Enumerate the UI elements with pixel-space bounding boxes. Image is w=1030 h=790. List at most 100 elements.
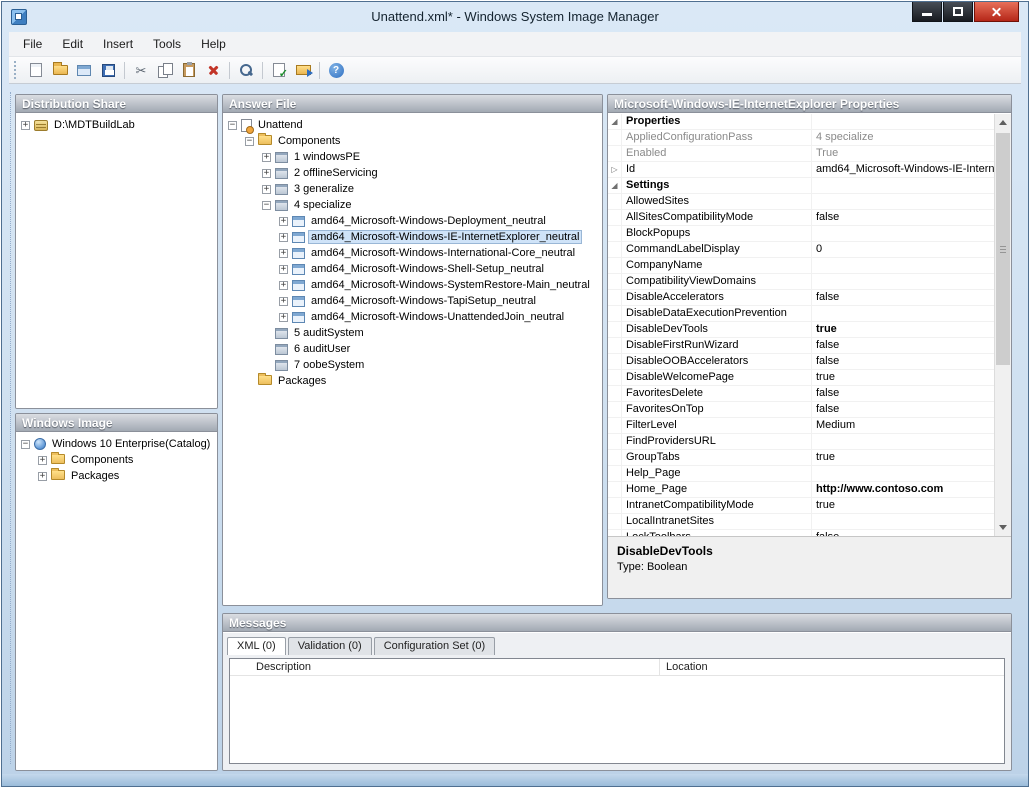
property-value[interactable]: Medium (812, 418, 994, 433)
section-expanded-icon[interactable]: ◢ (608, 114, 622, 129)
property-value[interactable]: true (812, 370, 994, 385)
titlebar[interactable]: Unattend.xml* - Windows System Image Man… (2, 2, 1028, 32)
tree-item[interactable]: + amd64_Microsoft-Windows-Shell-Setup_neu… (223, 261, 602, 277)
paste-button[interactable] (178, 59, 200, 81)
messages-tab-1[interactable]: Validation (0) (288, 637, 372, 655)
property-row[interactable]: DisableDevToolstrue (608, 322, 994, 338)
expand-icon[interactable]: + (279, 297, 288, 306)
tree-item[interactable]: Packages (223, 373, 602, 389)
properties-scrollbar[interactable] (994, 114, 1011, 536)
collapse-icon[interactable]: − (228, 121, 237, 130)
scrollbar-thumb[interactable] (996, 133, 1010, 365)
maximize-button[interactable] (943, 2, 973, 22)
property-row[interactable]: FavoritesOnTopfalse (608, 402, 994, 418)
tree-item-label[interactable]: amd64_Microsoft-Windows-SystemRestore-Ma… (309, 279, 592, 291)
expand-icon[interactable]: + (279, 265, 288, 274)
menu-insert[interactable]: Insert (93, 34, 143, 54)
property-row[interactable]: AllowedSites (608, 194, 994, 210)
tree-item-label[interactable]: Components (276, 135, 342, 147)
minimize-button[interactable] (912, 2, 942, 22)
property-section-row[interactable]: ◢Settings (608, 178, 994, 194)
property-value[interactable]: amd64_Microsoft-Windows-IE-InternetEx (812, 162, 994, 177)
property-value[interactable]: false (812, 338, 994, 353)
scroll-up-icon[interactable] (995, 114, 1011, 131)
property-row[interactable]: DisableAcceleratorsfalse (608, 290, 994, 306)
tree-item[interactable]: +1 windowsPE (223, 149, 602, 165)
tree-item-label[interactable]: 5 auditSystem (292, 327, 366, 339)
tree-item[interactable]: +amd64_Microsoft-Windows-IE-InternetExpl… (223, 229, 602, 245)
property-row[interactable]: FilterLevelMedium (608, 418, 994, 434)
tree-item[interactable]: 5 auditSystem (223, 325, 602, 341)
menu-edit[interactable]: Edit (52, 34, 93, 54)
tree-item-label[interactable]: amd64_Microsoft-Windows-TapiSetup_neutra… (309, 295, 538, 307)
tree-item[interactable]: + amd64_Microsoft-Windows-International-C… (223, 245, 602, 261)
open-windows-image-button[interactable] (73, 59, 95, 81)
column-location[interactable]: Location (660, 659, 1004, 675)
tree-item-label[interactable]: Packages (276, 375, 328, 387)
tree-item[interactable]: 7 oobeSystem (223, 357, 602, 373)
tree-item-label[interactable]: Unattend (256, 119, 305, 131)
property-row[interactable]: AllSitesCompatibilityModefalse (608, 210, 994, 226)
property-row[interactable]: AppliedConfigurationPass4 specialize (608, 130, 994, 146)
property-row[interactable]: DisableOOBAcceleratorsfalse (608, 354, 994, 370)
help-button[interactable] (325, 59, 347, 81)
property-value[interactable]: true (812, 498, 994, 513)
property-row[interactable]: DisableWelcomePagetrue (608, 370, 994, 386)
copy-button[interactable] (154, 59, 176, 81)
tree-item-label[interactable]: amd64_Microsoft-Windows-Shell-Setup_neut… (309, 263, 546, 275)
tree-item[interactable]: − Components (223, 133, 602, 149)
tree-item-label[interactable]: amd64_Microsoft-Windows-IE-InternetExplo… (309, 231, 581, 243)
tree-item-label[interactable]: amd64_Microsoft-Windows-UnattendedJoin_n… (309, 311, 566, 323)
property-value[interactable] (812, 466, 994, 481)
property-row[interactable]: LocalIntranetSites (608, 514, 994, 530)
menu-tools[interactable]: Tools (143, 34, 191, 54)
property-value[interactable]: 0 (812, 242, 994, 257)
scroll-down-icon[interactable] (995, 519, 1011, 536)
messages-tab-2[interactable]: Configuration Set (0) (374, 637, 496, 655)
tree-item-label[interactable]: amd64_Microsoft-Windows-International-Co… (309, 247, 577, 259)
tree-item-label[interactable]: Packages (69, 470, 121, 482)
property-row[interactable]: BlockPopups (608, 226, 994, 242)
tree-item-label[interactable]: amd64_Microsoft-Windows-Deployment_neutr… (309, 215, 548, 227)
property-value[interactable] (812, 514, 994, 529)
collapse-icon[interactable]: − (262, 201, 271, 210)
property-value[interactable]: http://www.contoso.com (812, 482, 994, 497)
expand-icon[interactable]: + (262, 153, 271, 162)
property-value[interactable] (812, 178, 994, 193)
row-collapsed-icon[interactable]: ▷ (608, 162, 622, 177)
property-value[interactable]: false (812, 290, 994, 305)
property-value[interactable]: True (812, 146, 994, 161)
expand-icon[interactable]: + (279, 313, 288, 322)
property-row[interactable]: IntranetCompatibilityModetrue (608, 498, 994, 514)
property-row[interactable]: FavoritesDeletefalse (608, 386, 994, 402)
property-row[interactable]: CompanyName (608, 258, 994, 274)
create-configuration-set-button[interactable] (292, 59, 314, 81)
property-value[interactable] (812, 306, 994, 321)
delete-button[interactable] (202, 59, 224, 81)
toolbar-grip[interactable] (14, 61, 19, 79)
expand-icon[interactable]: + (279, 281, 288, 290)
tree-item-label[interactable]: 6 auditUser (292, 343, 352, 355)
tree-item[interactable]: + amd64_Microsoft-Windows-TapiSetup_neutr… (223, 293, 602, 309)
tree-item-label[interactable]: Components (69, 454, 135, 466)
property-row[interactable]: FindProvidersURL (608, 434, 994, 450)
expand-icon[interactable]: + (21, 121, 30, 130)
tree-item[interactable]: + Packages (16, 468, 217, 484)
tree-item-label[interactable]: Windows 10 Enterprise(Catalog) (50, 438, 212, 450)
validate-answer-file-button[interactable] (268, 59, 290, 81)
expand-icon[interactable]: + (279, 249, 288, 258)
property-row[interactable]: CompatibilityViewDomains (608, 274, 994, 290)
tree-item[interactable]: + amd64_Microsoft-Windows-Deployment_neut… (223, 213, 602, 229)
expand-icon[interactable]: + (279, 217, 288, 226)
section-expanded-icon[interactable]: ◢ (608, 178, 622, 193)
collapse-icon[interactable]: − (245, 137, 254, 146)
new-answer-file-button[interactable] (25, 59, 47, 81)
tree-item-label[interactable]: 1 windowsPE (292, 151, 362, 163)
property-row[interactable]: CommandLabelDisplay0 (608, 242, 994, 258)
tree-item-label[interactable]: D:\MDTBuildLab (52, 119, 137, 131)
property-value[interactable] (812, 114, 994, 129)
tree-item[interactable]: − Unattend (223, 117, 602, 133)
expand-icon[interactable]: + (38, 472, 47, 481)
tree-item[interactable]: + amd64_Microsoft-Windows-UnattendedJoin_… (223, 309, 602, 325)
property-row[interactable]: DisableDataExecutionPrevention (608, 306, 994, 322)
